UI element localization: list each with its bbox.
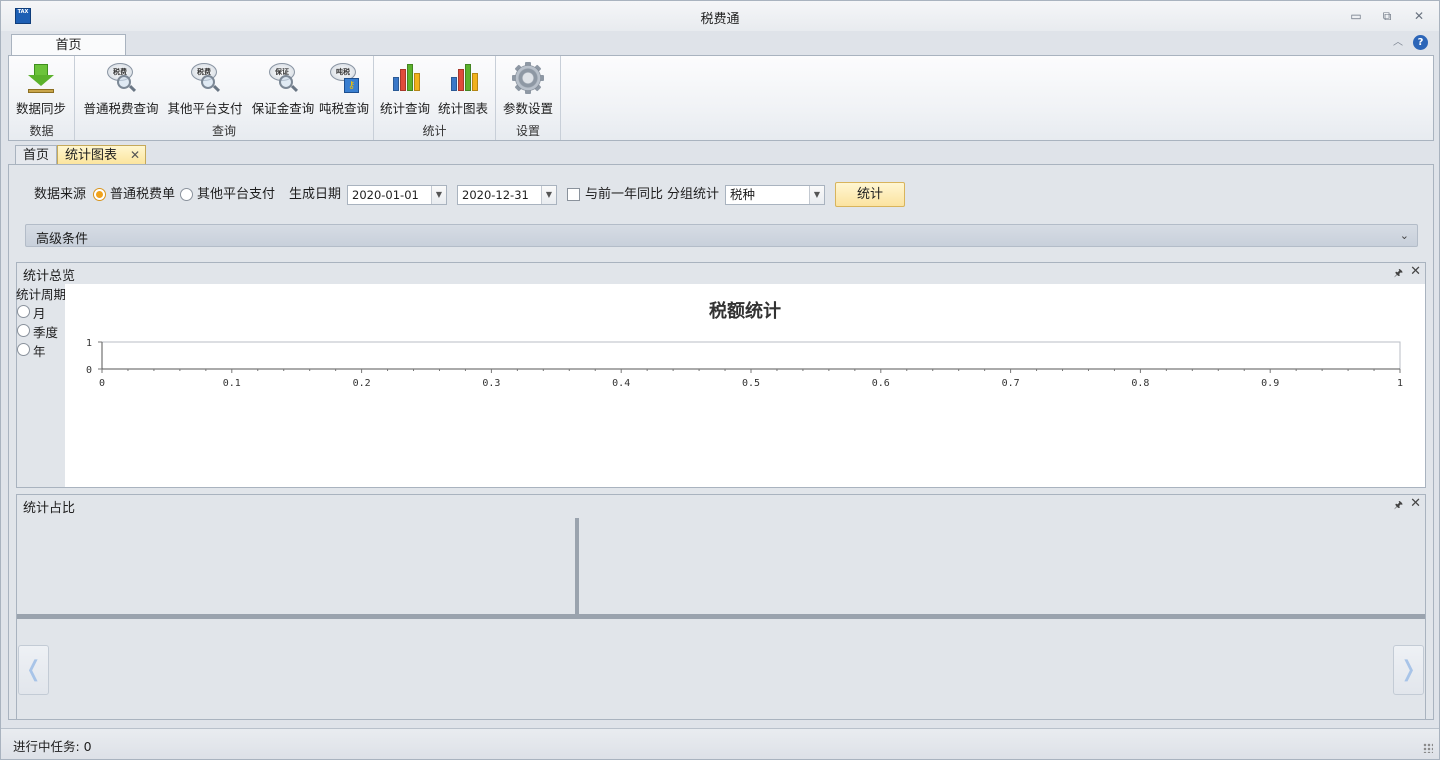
ribbon-group-label: 设置: [515, 124, 540, 138]
ribbon-group-label: 数据: [29, 124, 54, 138]
stats-chart-button[interactable]: 统计图表: [436, 60, 490, 118]
close-tab-icon[interactable]: ✕: [130, 146, 140, 165]
source-radio-normal[interactable]: [93, 188, 106, 201]
source-option-label: 普通税费单: [110, 187, 176, 202]
ribbon-group-settings: 参数设置 设置: [496, 56, 561, 140]
document-tab-strip: 首页 统计图表 ✕: [13, 144, 1433, 166]
close-button[interactable]: ✕: [1411, 8, 1427, 24]
bar-chart-icon: [389, 62, 421, 94]
stats-chart-page: 数据来源 普通税费单 其他平台支付 生成日期 2020-01-01 ▼ 2020…: [8, 164, 1434, 720]
group-label: 分组统计: [667, 187, 720, 202]
nav-prev-button[interactable]: ❬: [18, 645, 49, 695]
advanced-conditions-label: 高级条件: [36, 232, 89, 247]
parameter-settings-button[interactable]: 参数设置: [500, 60, 556, 118]
dropdown-arrow-icon[interactable]: ▼: [541, 186, 556, 204]
overview-panel: 统计总览 🖈 ✕ 统计周期 月 季度 年 税额统计 0 0.1 0.2 0.3 0.4 0…: [16, 262, 1426, 488]
gear-icon: [512, 62, 544, 94]
x-tick-label: 0.4: [612, 378, 630, 389]
tonnage-tax-query-button[interactable]: 吨税 ⚷ 吨税查询: [319, 60, 369, 118]
data-source-label: 数据来源: [34, 187, 87, 202]
group-select[interactable]: 税种 ▼: [725, 185, 825, 205]
horizontal-splitter[interactable]: [17, 614, 1425, 619]
minimize-button[interactable]: ▭: [1348, 8, 1364, 24]
date-to-picker[interactable]: 2020-12-31 ▼: [457, 185, 557, 205]
x-tick-label: 1: [1397, 378, 1403, 389]
pin-icon[interactable]: 🖈: [1394, 498, 1403, 515]
download-icon: [25, 62, 57, 94]
bar-chart-icon: [447, 62, 479, 94]
tonnage-tax-icon: 吨税 ⚷: [328, 62, 360, 94]
close-icon[interactable]: ✕: [1410, 496, 1421, 511]
source-option-label: 其他平台支付: [197, 187, 276, 202]
app-window: TAX 税费通 ▭ ⧉ ✕ 首页 ︿ ? 数据同步 数据 税费 普通税费查询 税…: [0, 0, 1440, 760]
x-tick-label: 0.5: [742, 378, 760, 389]
run-stats-button[interactable]: 统计: [835, 182, 905, 207]
ribbon-group-query: 税费 普通税费查询 税费 其他平台支付 保证 保证金查询 吨税 ⚷ 吨税查询 查询: [75, 56, 374, 140]
chart-title: 税额统计: [709, 300, 781, 322]
chart-svg: 税额统计 0 0.1 0.2 0.3 0.4 0.5 0.6 0.7 0.8 0.9 1 0 1: [86, 300, 1403, 389]
close-icon[interactable]: ✕: [1410, 264, 1421, 279]
data-sync-button[interactable]: 数据同步: [13, 60, 69, 118]
x-tick-label: 0.7: [1002, 378, 1020, 389]
ribbon-group-stats: 统计查询 统计图表 统计: [374, 56, 496, 140]
source-radio-other[interactable]: [180, 188, 193, 201]
x-tick-label: 0.9: [1261, 378, 1279, 389]
period-radio-quarter[interactable]: 季度: [17, 322, 65, 340]
ribbon-toolbar: 数据同步 数据 税费 普通税费查询 税费 其他平台支付 保证 保证金查询 吨税 ⚷…: [8, 55, 1434, 141]
x-tick-label: 0.6: [872, 378, 890, 389]
x-tick-label: 0.8: [1131, 378, 1149, 389]
date-from-picker[interactable]: 2020-01-01 ▼: [347, 185, 447, 205]
vertical-splitter[interactable]: [575, 518, 579, 616]
yoy-label: 与前一年同比: [585, 187, 664, 202]
period-radio-year[interactable]: 年: [17, 341, 65, 359]
chevron-down-icon[interactable]: ⌄: [1400, 229, 1409, 242]
other-platform-payment-button[interactable]: 税费 其他平台支付: [163, 60, 247, 118]
x-tick-label: 0.3: [482, 378, 500, 389]
title-bar: TAX 税费通 ▭ ⧉ ✕: [1, 1, 1439, 31]
resize-grip-icon[interactable]: [1423, 743, 1433, 753]
advanced-conditions-bar[interactable]: 高级条件 ⌄: [25, 224, 1418, 247]
x-tick-label: 0.2: [353, 378, 371, 389]
running-tasks-status: 进行中任务: 0: [13, 739, 92, 754]
status-bar: 进行中任务: 0: [1, 728, 1439, 759]
plot-area: [101, 341, 1401, 370]
ratio-panel-title: 统计占比: [23, 501, 76, 516]
doc-tab-stats-chart[interactable]: 统计图表 ✕: [57, 145, 146, 165]
stats-query-button[interactable]: 统计查询: [378, 60, 432, 118]
dropdown-arrow-icon[interactable]: ▼: [431, 186, 446, 204]
ribbon-tab-strip: 首页 ︿ ?: [1, 31, 1439, 56]
period-selector: 统计周期 月 季度 年: [16, 287, 67, 359]
normal-tax-query-button[interactable]: 税费 普通税费查询: [79, 60, 163, 118]
ribbon-group-label: 统计: [422, 124, 447, 138]
pin-icon[interactable]: 🖈: [1394, 266, 1403, 283]
ratio-panel: 统计占比 🖈 ✕ ❬ ❭: [16, 494, 1426, 720]
ribbon-collapse-icon[interactable]: ︿: [1391, 36, 1405, 50]
period-radio-month[interactable]: 月: [17, 303, 65, 321]
window-title: 税费通: [700, 12, 740, 27]
y-tick-label: 0: [86, 365, 92, 376]
doc-tab-home[interactable]: 首页: [15, 145, 57, 165]
date-label: 生成日期: [289, 187, 342, 202]
restore-button[interactable]: ⧉: [1379, 8, 1395, 24]
tax-amount-chart: 税额统计 0 0.1 0.2 0.3 0.4 0.5 0.6 0.7 0.8 0.9 1 0 1: [65, 284, 1425, 487]
x-tick-label: 0: [99, 378, 105, 389]
dropdown-arrow-icon[interactable]: ▼: [809, 186, 824, 204]
tax-query-icon: 税费: [105, 62, 137, 94]
help-icon[interactable]: ?: [1413, 35, 1428, 50]
ribbon-group-data: 数据同步 数据: [9, 56, 75, 140]
nav-next-button[interactable]: ❭: [1393, 645, 1424, 695]
deposit-query-icon: 保证: [267, 62, 299, 94]
y-tick-label: 1: [86, 338, 92, 349]
x-tick-label: 0.1: [223, 378, 241, 389]
overview-panel-title: 统计总览: [23, 269, 76, 284]
ribbon-group-label: 查询: [211, 124, 236, 138]
deposit-query-button[interactable]: 保证 保证金查询: [247, 60, 319, 118]
yoy-checkbox[interactable]: [567, 188, 580, 201]
ribbon-tab-home[interactable]: 首页: [11, 34, 126, 56]
tax-query-icon: 税费: [189, 62, 221, 94]
